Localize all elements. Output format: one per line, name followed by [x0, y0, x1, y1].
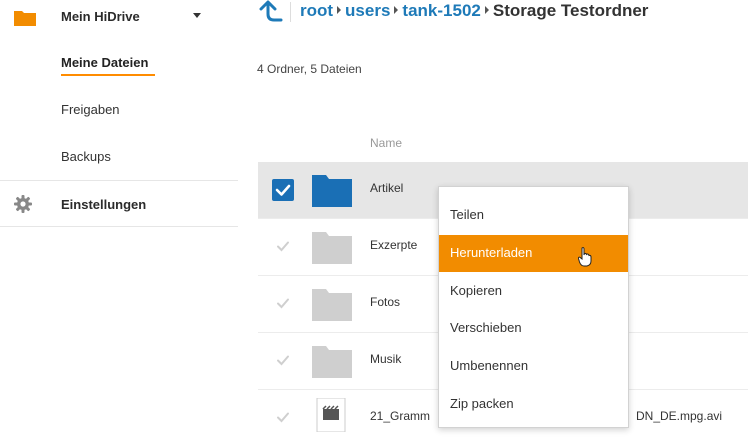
row-name[interactable]: Artikel: [370, 181, 403, 195]
row-name[interactable]: Exzerpte: [370, 238, 417, 252]
breadcrumb-arrow-icon: [394, 6, 399, 14]
sidebar-item-meine-dateien[interactable]: Meine Dateien: [61, 55, 148, 70]
menu-item-herunterladen[interactable]: Herunterladen: [439, 235, 628, 272]
check-icon[interactable]: [276, 353, 290, 367]
folder-icon: [312, 346, 352, 378]
menu-item-zip-packen[interactable]: Zip packen: [439, 386, 628, 423]
breadcrumb-current: Storage Testordner: [492, 1, 649, 20]
breadcrumb-separator: [290, 2, 291, 22]
sidebar-divider: [0, 180, 238, 181]
sidebar: Mein HiDrive Meine Dateien Freigaben Bac…: [0, 0, 238, 420]
check-icon[interactable]: [276, 239, 290, 253]
sidebar-item-freigaben[interactable]: Freigaben: [61, 102, 120, 117]
menu-item-label: Teilen: [450, 207, 484, 222]
sidebar-title: Mein HiDrive: [61, 9, 140, 24]
sidebar-item-backups[interactable]: Backups: [61, 149, 111, 164]
up-arrow-icon[interactable]: [257, 0, 283, 22]
check-icon: [275, 184, 291, 196]
check-icon[interactable]: [276, 296, 290, 310]
menu-item-label: Kopieren: [450, 283, 503, 298]
menu-item-label: Herunterladen: [450, 245, 533, 260]
breadcrumb-root[interactable]: root: [300, 1, 333, 20]
column-header-name[interactable]: Name: [370, 136, 402, 150]
row-name[interactable]: Fotos: [370, 295, 400, 309]
sidebar-header[interactable]: Mein HiDrive: [0, 0, 238, 36]
check-icon[interactable]: [276, 410, 290, 424]
folder-icon: [312, 232, 352, 264]
menu-item-teilen[interactable]: Teilen: [439, 197, 628, 234]
active-indicator: [61, 74, 155, 76]
menu-item-verschieben[interactable]: Verschieben: [439, 310, 628, 347]
menu-item-label: Zip packen: [450, 396, 514, 411]
hand-cursor-icon: [578, 247, 592, 267]
chevron-down-icon[interactable]: [193, 13, 201, 18]
gear-icon: [14, 195, 32, 213]
breadcrumb-users[interactable]: users: [345, 1, 390, 20]
menu-item-label: Verschieben: [450, 320, 522, 335]
row-name[interactable]: Musik: [370, 352, 401, 366]
breadcrumb-tank[interactable]: tank-1502: [402, 1, 480, 20]
video-file-icon: [316, 398, 346, 432]
menu-item-kopieren[interactable]: Kopieren: [439, 273, 628, 310]
folder-summary: 4 Ordner, 5 Dateien: [257, 62, 362, 76]
row-name[interactable]: 21_Gramm: [370, 409, 430, 423]
folder-icon: [312, 289, 352, 321]
folder-icon: [312, 175, 352, 207]
breadcrumb-arrow-icon: [484, 6, 489, 14]
row-name-tail: DN_DE.mpg.avi: [636, 409, 723, 423]
sidebar-divider: [0, 226, 238, 227]
sidebar-item-settings[interactable]: Einstellungen: [61, 197, 146, 212]
menu-item-umbenennen[interactable]: Umbenennen: [439, 348, 628, 385]
folder-icon: [14, 11, 36, 26]
menu-item-label: Umbenennen: [450, 358, 529, 373]
breadcrumb-arrow-icon: [337, 6, 342, 14]
context-menu: Teilen Herunterladen Kopieren Verschiebe…: [438, 186, 629, 428]
row-checkbox[interactable]: [272, 179, 294, 201]
breadcrumb: root users tank-1502 Storage Testordner: [300, 1, 648, 21]
